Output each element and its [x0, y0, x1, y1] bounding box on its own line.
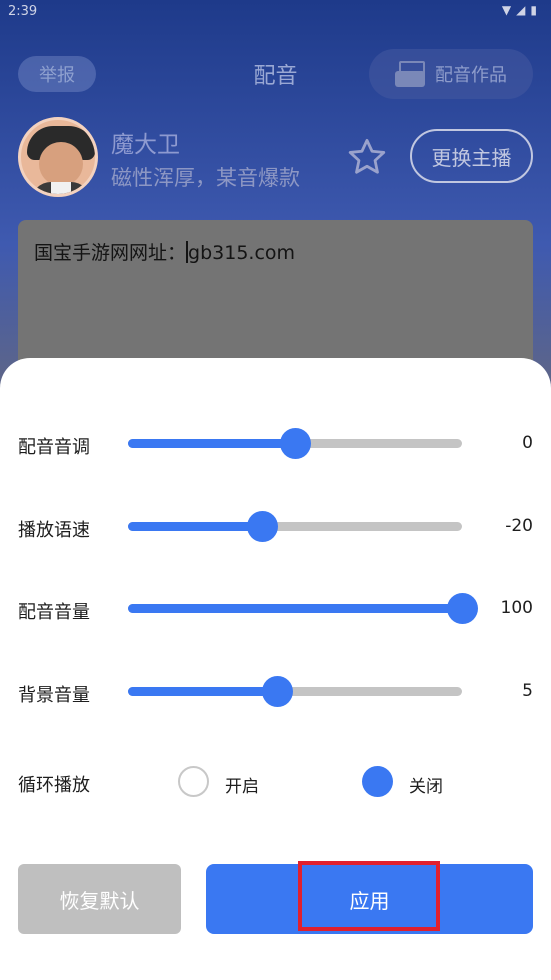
narrator-description: 磁性浑厚，某音爆款 — [111, 166, 300, 190]
slider-fill — [128, 522, 262, 531]
narrator-name: 魔大卫 — [111, 132, 180, 158]
wifi-icon: ▼ — [501, 3, 512, 17]
slider-label: 背景音量 — [18, 685, 90, 706]
status-time: 2:39 — [8, 4, 38, 19]
apply-button[interactable]: 应用 — [206, 864, 533, 934]
slider-row-bg-volume: 背景音量 5 — [0, 672, 551, 712]
loop-on-label[interactable]: 开启 — [225, 772, 259, 797]
slider-fill — [128, 604, 462, 613]
slider-row-speed: 播放语速 -20 — [0, 507, 551, 547]
slider-value: 5 — [522, 681, 533, 701]
loop-on-radio[interactable] — [178, 766, 209, 797]
slider-label: 配音音调 — [18, 437, 90, 458]
loop-playback-row: 循环播放 开启 关闭 — [0, 762, 551, 802]
star-icon[interactable] — [346, 136, 388, 178]
slider-fill — [128, 687, 277, 696]
slider-value: -20 — [505, 516, 533, 536]
loop-off-label[interactable]: 关闭 — [409, 772, 443, 797]
slider-thumb[interactable] — [280, 428, 311, 459]
slider-row-voice-volume: 配音音量 100 — [0, 589, 551, 629]
slider-fill — [128, 439, 295, 448]
printer-icon — [395, 61, 425, 87]
slider-row-pitch: 配音音调 0 — [0, 424, 551, 464]
battery-icon: ▮ — [530, 3, 537, 17]
status-icons: ▼ ◢ ▮ — [502, 3, 537, 17]
change-narrator-button[interactable]: 更换主播 — [410, 129, 533, 183]
slider-value: 100 — [500, 598, 533, 618]
signal-icon: ◢ — [516, 3, 526, 17]
loop-off-radio[interactable] — [362, 766, 393, 797]
slider-thumb[interactable] — [246, 511, 278, 542]
settings-sheet: 配音音调 0 播放语速 -20 配音音量 100 背景音量 5 循环播放 开启 … — [0, 358, 551, 980]
slider-label: 播放语速 — [18, 520, 90, 541]
slider-thumb[interactable] — [447, 593, 478, 624]
dubbing-works-button[interactable]: 配音作品 — [369, 49, 533, 99]
text-before-cursor: 国宝手游网网址： — [34, 242, 187, 264]
dubbing-works-label: 配音作品 — [435, 65, 507, 86]
slider-label: 配音音量 — [18, 602, 90, 623]
slider-thumb[interactable] — [261, 676, 293, 707]
speed-slider[interactable] — [128, 511, 462, 542]
loop-playback-label: 循环播放 — [18, 775, 90, 796]
narrator-avatar[interactable] — [18, 117, 98, 197]
background-volume-slider[interactable] — [128, 676, 462, 707]
slider-value: 0 — [522, 433, 533, 453]
pitch-slider[interactable] — [128, 428, 462, 459]
reset-default-button[interactable]: 恢复默认 — [18, 864, 181, 934]
voice-volume-slider[interactable] — [128, 593, 478, 624]
status-bar: 2:39 ▼ ◢ ▮ — [0, 0, 551, 24]
text-after-cursor: gb315.com — [188, 242, 296, 264]
